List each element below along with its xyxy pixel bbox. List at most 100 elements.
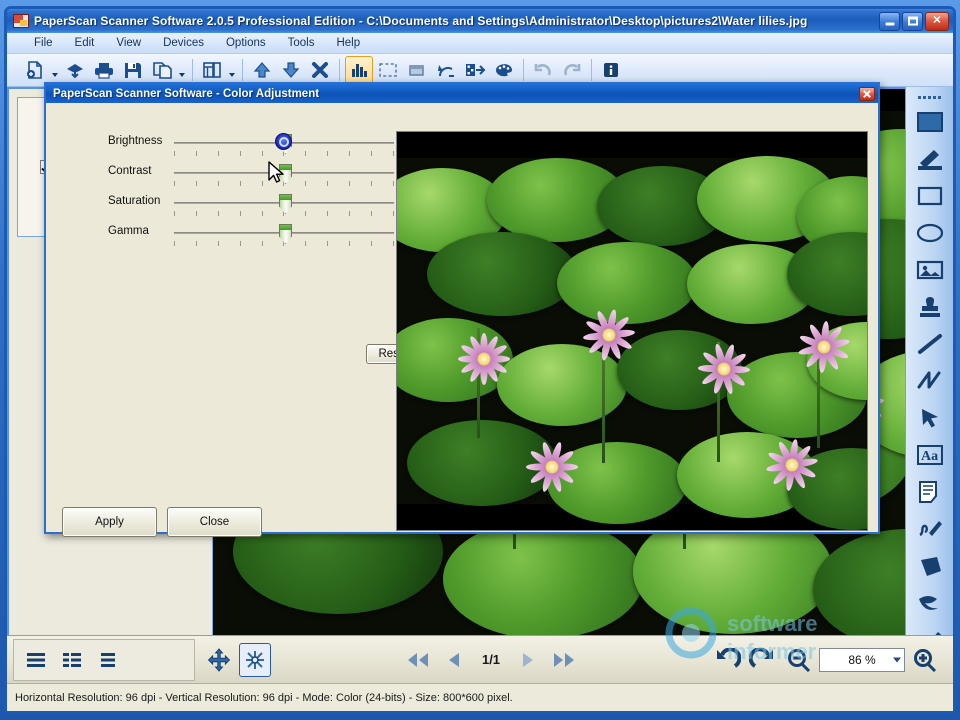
polyline-tool[interactable] xyxy=(910,364,950,397)
text-tool[interactable]: Aa xyxy=(910,438,950,471)
rotate-angle-icon[interactable] xyxy=(432,56,460,84)
color-adjustment-icon[interactable] xyxy=(490,56,518,84)
minimize-button[interactable] xyxy=(879,11,900,31)
lily-flower xyxy=(757,430,827,500)
first-page-button[interactable] xyxy=(402,643,434,677)
dialog-titlebar: PaperScan Scanner Software - Color Adjus… xyxy=(46,84,878,103)
note-tool[interactable] xyxy=(910,475,950,508)
menu-view[interactable]: View xyxy=(105,35,152,51)
select-region-icon[interactable] xyxy=(374,56,402,84)
dialog-close-icon[interactable] xyxy=(859,86,875,101)
lily-flower xyxy=(572,298,646,372)
brightness-slider-thumb[interactable] xyxy=(275,133,292,154)
chevron-down-icon[interactable] xyxy=(893,657,902,662)
close-icon: ✕ xyxy=(932,14,942,27)
delete-page-icon[interactable] xyxy=(306,56,334,84)
pencil-tool[interactable] xyxy=(910,142,950,175)
dialog-title: PaperScan Scanner Software - Color Adjus… xyxy=(53,87,320,100)
svg-text:Aa: Aa xyxy=(921,449,938,464)
gamma-slider-row: Gamma xyxy=(64,223,404,253)
toolbar-separator xyxy=(523,59,524,81)
page-indicator: 1/1 xyxy=(481,652,501,667)
preview-water-lilies xyxy=(397,132,867,530)
mouse-cursor xyxy=(268,161,284,183)
duplicate-dropdown-arrow[interactable] xyxy=(177,56,187,84)
arrow-tool[interactable] xyxy=(910,401,950,434)
import-image-icon[interactable] xyxy=(61,56,89,84)
crop-icon[interactable] xyxy=(403,56,431,84)
saturation-slider-row: Saturation xyxy=(64,193,404,223)
move-page-up-icon[interactable] xyxy=(248,56,276,84)
pan-tool-icon[interactable] xyxy=(203,643,235,677)
contrast-slider-row: Contrast xyxy=(64,163,404,193)
freehand-tool[interactable] xyxy=(910,512,950,545)
convert-color-icon[interactable] xyxy=(461,56,489,84)
stamp-tool[interactable] xyxy=(910,290,950,323)
lily-flower xyxy=(447,322,521,396)
last-page-button[interactable] xyxy=(548,643,580,677)
zoom-level-combobox[interactable]: 86 % xyxy=(819,647,906,672)
ellipse-tool[interactable] xyxy=(910,216,950,249)
page-setup-dropdown-arrow[interactable] xyxy=(227,56,237,84)
image-tool[interactable] xyxy=(910,253,950,286)
polygon-tool[interactable] xyxy=(910,549,950,582)
status-text: Horizontal Resolution: 96 dpi - Vertical… xyxy=(15,691,513,704)
print-icon[interactable] xyxy=(90,56,118,84)
info-icon[interactable] xyxy=(597,56,625,84)
undo-icon[interactable] xyxy=(529,56,557,84)
menu-edit[interactable]: Edit xyxy=(64,35,106,51)
rectangle-tool[interactable] xyxy=(910,179,950,212)
menu-file[interactable]: File xyxy=(23,35,64,51)
brightness-slider-row: Brightness xyxy=(64,133,404,163)
move-page-down-icon[interactable] xyxy=(277,56,305,84)
next-page-button[interactable] xyxy=(512,643,544,677)
menu-help[interactable]: Help xyxy=(325,35,371,51)
acquire-image-icon[interactable] xyxy=(21,56,49,84)
list-view-icon[interactable] xyxy=(20,643,52,677)
toolbar-separator xyxy=(339,59,340,81)
window-titlebar: PaperScan Scanner Software 2.0.5 Profess… xyxy=(7,9,953,33)
zoom-out-icon[interactable] xyxy=(783,643,815,677)
color-adjustment-dialog: PaperScan Scanner Software - Color Adjus… xyxy=(44,82,880,537)
fit-to-window-icon[interactable] xyxy=(239,642,271,677)
color-adjustment-preview xyxy=(396,131,868,531)
annotation-toolbar: Aa xyxy=(905,87,953,659)
menu-tools[interactable]: Tools xyxy=(277,35,326,51)
duplicate-page-icon[interactable] xyxy=(148,56,176,84)
toolbar-separator xyxy=(591,59,592,81)
detail-view-icon[interactable] xyxy=(56,643,88,677)
fill-rectangle-tool[interactable] xyxy=(910,105,950,138)
close-window-button[interactable]: ✕ xyxy=(925,11,949,31)
brush-tool[interactable] xyxy=(910,586,950,619)
zoom-level-value: 86 % xyxy=(848,652,876,667)
save-icon[interactable] xyxy=(119,56,147,84)
page-setup-icon[interactable] xyxy=(198,56,226,84)
menu-devices[interactable]: Devices xyxy=(152,35,215,51)
status-bar: Horizontal Resolution: 96 dpi - Vertical… xyxy=(7,683,953,711)
saturation-slider-thumb[interactable] xyxy=(279,194,292,214)
previous-page-button[interactable] xyxy=(438,643,470,677)
menu-options[interactable]: Options xyxy=(215,35,277,51)
redo-icon[interactable] xyxy=(558,56,586,84)
acquire-dropdown-arrow[interactable] xyxy=(50,56,60,84)
rotate-right-icon[interactable] xyxy=(747,643,779,677)
window-controls: ✕ xyxy=(879,11,951,31)
brightness-focus-indicator xyxy=(275,133,292,150)
tile-view-icon[interactable] xyxy=(92,643,124,677)
view-mode-group xyxy=(13,638,195,681)
saturation-label: Saturation xyxy=(108,195,161,207)
gamma-slider-thumb[interactable] xyxy=(279,224,292,244)
lily-flower xyxy=(517,432,587,502)
close-button[interactable]: Close xyxy=(167,507,262,537)
dialog-body: Brightness Contrast Saturation Gamma Res… xyxy=(46,103,878,537)
window-title: PaperScan Scanner Software 2.0.5 Profess… xyxy=(34,14,808,28)
apply-button[interactable]: Apply xyxy=(62,507,157,537)
line-tool[interactable] xyxy=(910,327,950,360)
toolbar-grip-icon xyxy=(918,93,941,101)
histogram-icon[interactable] xyxy=(345,56,373,84)
zoom-in-icon[interactable] xyxy=(909,643,941,677)
brightness-label: Brightness xyxy=(108,135,163,147)
maximize-button[interactable] xyxy=(902,11,923,31)
page-navigation: 1/1 xyxy=(396,639,586,681)
rotate-left-icon[interactable] xyxy=(711,643,743,677)
